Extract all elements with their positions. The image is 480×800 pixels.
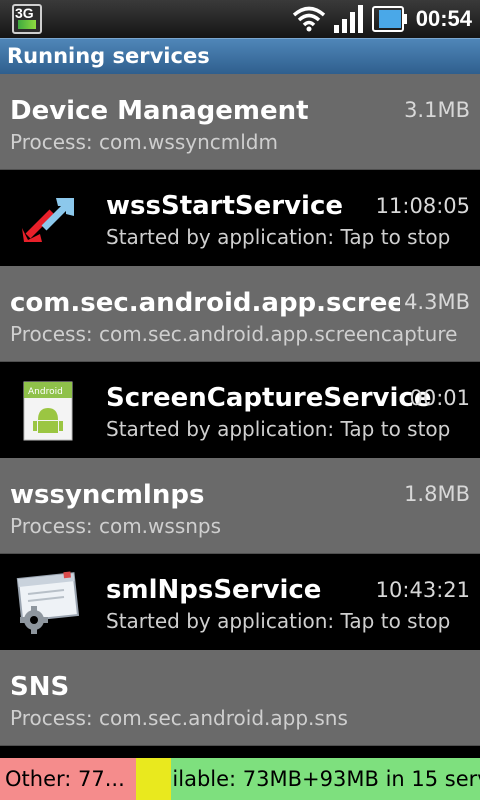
network-type-label: 3G: [15, 5, 34, 21]
process-package: Process: com.sec.android.app.sns: [10, 706, 348, 730]
battery-icon: [371, 6, 407, 32]
memory-usage-bar: Other: 77... Available: 73MB+93MB in 15 …: [0, 758, 480, 800]
service-status: Started by application: Tap to stop: [106, 417, 451, 441]
android-app-icon: Android: [23, 381, 73, 441]
process-row-wssyncmlnps[interactable]: wssyncmlnps 1.8MB Process: com.wssnps: [0, 458, 480, 554]
other-memory-segment: Other: 77...: [0, 758, 136, 800]
service-uptime: 11:08:05: [375, 194, 470, 218]
network-type-icon: 3G: [12, 4, 42, 34]
svg-text:Android: Android: [28, 387, 63, 397]
process-row-screencapture[interactable]: com.sec.android.app.screencapture 4.3MB …: [0, 266, 480, 362]
process-package: Process: com.wssnps: [10, 514, 222, 538]
service-uptime: 10:43:21: [375, 578, 470, 602]
running-services-list: Device Management 3.1MB Process: com.wss…: [0, 74, 480, 746]
cached-memory-segment: [136, 758, 171, 800]
available-memory-segment: Available: 73MB+93MB in 15 services: [171, 758, 480, 800]
status-clock: 00:54: [415, 6, 472, 31]
service-row-screencaptureservice[interactable]: Android ScreenCaptureService 00:01 Start…: [0, 362, 480, 458]
service-row-smlnpsservice[interactable]: smlNpsService 10:43:21 Started by applic…: [0, 554, 480, 650]
settings-window-icon: [16, 571, 80, 634]
title-bar: Running services: [0, 38, 480, 74]
service-status: Started by application: Tap to stop: [106, 609, 451, 633]
process-name: wssyncmlnps: [10, 480, 205, 510]
service-row-wssstartservice[interactable]: wssStartService 11:08:05 Started by appl…: [0, 170, 480, 266]
process-package: Process: com.wssyncmldm: [10, 130, 278, 154]
service-uptime: 00:01: [409, 386, 470, 410]
signal-strength-icon: [333, 5, 363, 33]
process-name: com.sec.android.app.screencapture: [10, 288, 400, 318]
process-memory: 3.1MB: [404, 98, 470, 122]
process-name: SNS: [10, 672, 70, 702]
sync-arrows-icon: [22, 198, 74, 242]
service-name: smlNpsService: [106, 575, 322, 605]
process-name: Device Management: [10, 96, 309, 126]
process-package: Process: com.sec.android.app.screencaptu…: [10, 322, 458, 346]
wifi-icon: [292, 6, 325, 32]
process-row-sns[interactable]: SNS Process: com.sec.android.app.sns: [0, 650, 480, 746]
process-memory: 4.3MB: [404, 290, 470, 314]
status-bar: 3G 00:54: [0, 0, 480, 39]
other-memory-label: Other: 77...: [5, 767, 125, 791]
service-name: wssStartService: [106, 191, 344, 221]
process-row-device-management[interactable]: Device Management 3.1MB Process: com.wss…: [0, 74, 480, 170]
page-title: Running services: [7, 44, 210, 68]
available-memory-label: Available: 73MB+93MB in 15 services: [171, 767, 480, 791]
service-name: ScreenCaptureService: [106, 383, 432, 413]
service-status: Started by application: Tap to stop: [106, 225, 451, 249]
process-memory: 1.8MB: [404, 482, 470, 506]
